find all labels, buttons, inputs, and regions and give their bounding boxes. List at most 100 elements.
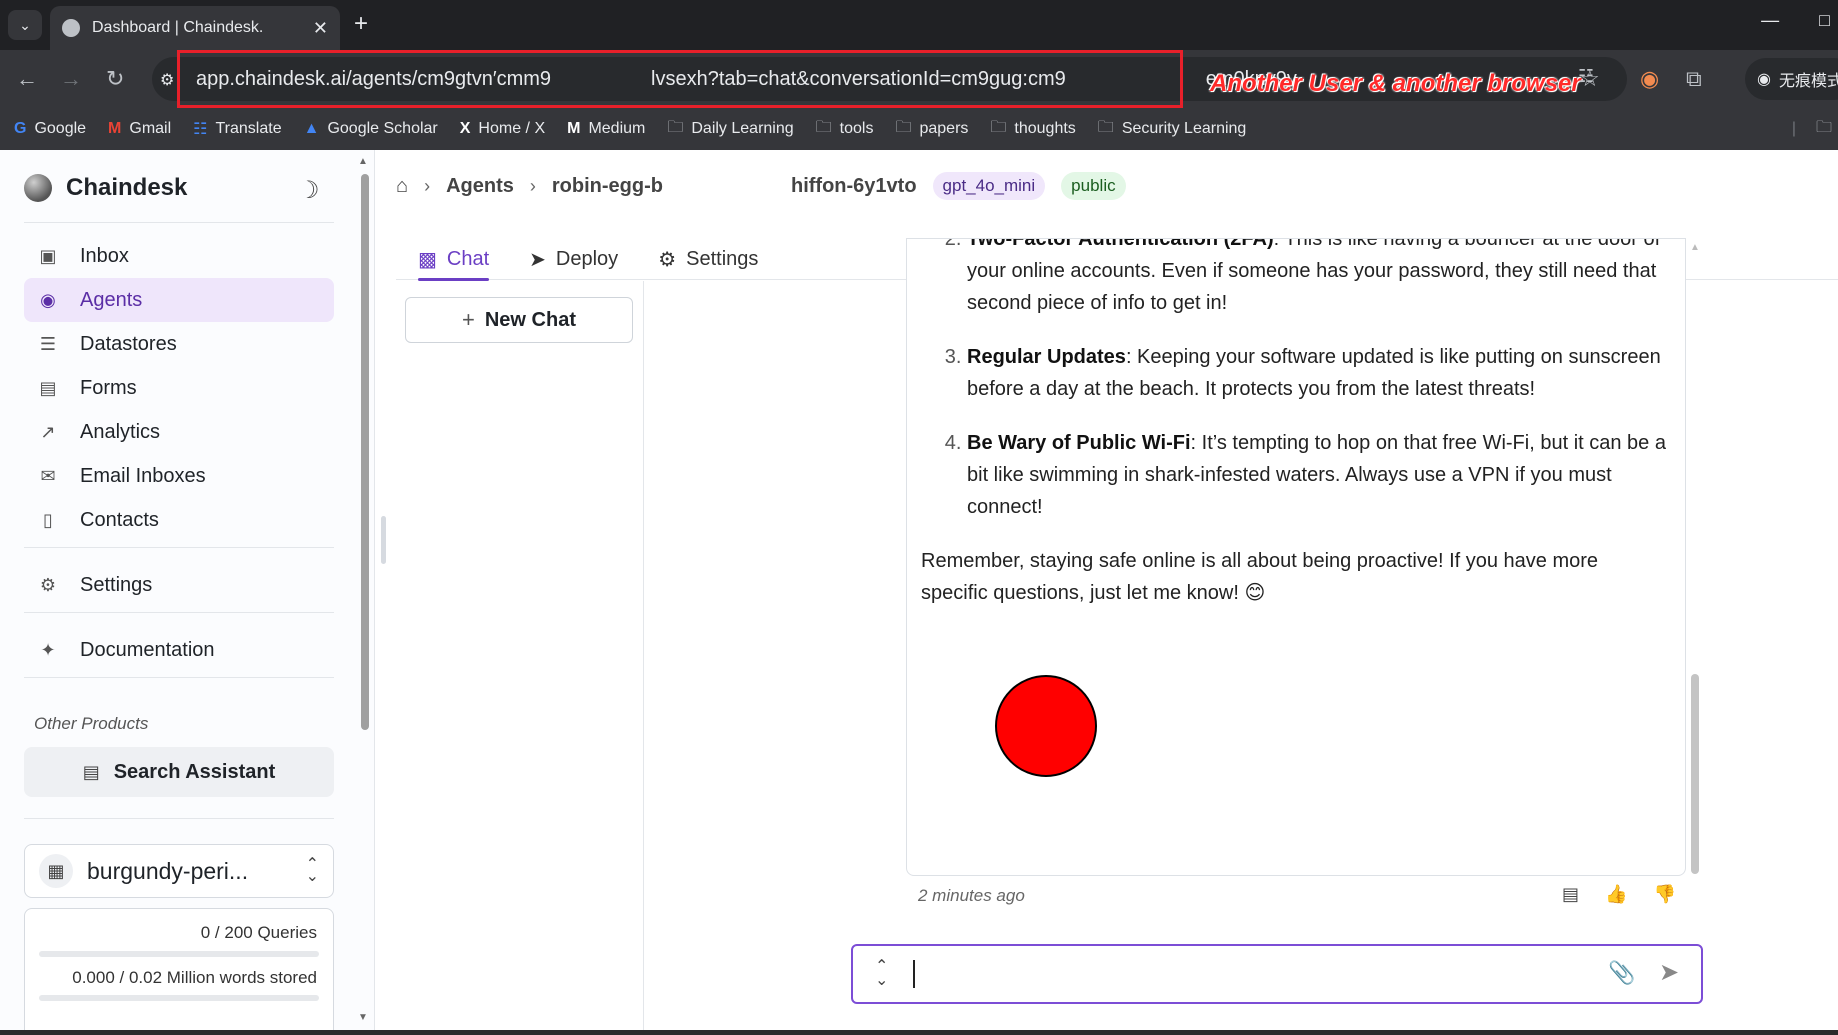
sidebar-item-label: Forms bbox=[80, 376, 137, 399]
extensions-puzzle-icon[interactable]: ⧉ bbox=[1686, 66, 1702, 92]
all-bookmarks-folder-icon[interactable]: 🗀 bbox=[1816, 116, 1832, 143]
send-icon[interactable]: ➤ bbox=[1659, 958, 1679, 987]
new-chat-button[interactable]: + New Chat bbox=[405, 297, 633, 343]
sidebar-resize-handle[interactable] bbox=[381, 516, 386, 564]
brand-name: Chaindesk bbox=[66, 174, 188, 201]
reload-icon[interactable]: ↻ bbox=[106, 66, 124, 92]
back-arrow-icon[interactable]: ← bbox=[16, 66, 38, 92]
bookmark-translate[interactable]: ☷ Translate bbox=[193, 119, 281, 139]
bookmark-folder-papers[interactable]: 🗀 papers bbox=[895, 116, 968, 143]
incognito-label: 无痕模式 bbox=[1778, 73, 1838, 90]
sidebar-item-contacts[interactable]: ▯ Contacts bbox=[24, 498, 334, 542]
app-root: Chaindesk ☽ ▣ Inbox ◉ Agents ☰ Datastore… bbox=[0, 150, 1838, 1035]
other-products-label: Other Products bbox=[34, 714, 149, 733]
tab-deploy[interactable]: ➤ Deploy bbox=[529, 238, 618, 280]
list-item: Be Wary of Public Wi-Fi: It’s tempting t… bbox=[967, 427, 1669, 523]
taskbar-edge bbox=[0, 1030, 1838, 1035]
text-caret bbox=[913, 960, 915, 988]
bookmark-gmail[interactable]: M Gmail bbox=[108, 120, 171, 138]
red-circle-marker bbox=[995, 675, 1097, 777]
sidebar-item-documentation[interactable]: ✦ Documentation bbox=[24, 628, 334, 672]
forward-arrow-icon[interactable]: → bbox=[60, 66, 82, 92]
sidebar-item-email-inboxes[interactable]: ✉ Email Inboxes bbox=[24, 454, 334, 498]
message-actions: ▤ 👍 👎 bbox=[1562, 884, 1676, 905]
sidebar-item-label: Settings bbox=[80, 573, 153, 596]
list-item: Regular Updates: Keeping your software u… bbox=[967, 341, 1669, 405]
sidebar-item-agents[interactable]: ◉ Agents bbox=[24, 278, 334, 322]
scroll-up-arrow-icon[interactable]: ▲ bbox=[358, 156, 368, 167]
bookmark-folder-thoughts[interactable]: 🗀 thoughts bbox=[990, 116, 1075, 143]
tab-search-chevron-icon[interactable]: ⌄ bbox=[8, 10, 42, 40]
sidebar-item-label: Email Inboxes bbox=[80, 464, 206, 487]
inbox-icon: ▣ bbox=[39, 245, 57, 266]
annotation-label: Another User & another browser bbox=[1210, 70, 1581, 97]
chat-scrollbar-thumb[interactable] bbox=[1691, 674, 1699, 874]
words-usage: 0.000 / 0.02 Million words stored bbox=[72, 968, 317, 987]
brand[interactable]: Chaindesk bbox=[24, 174, 187, 202]
divider bbox=[24, 818, 334, 819]
minimize-icon[interactable]: — bbox=[1761, 10, 1779, 31]
chat-bubble-icon: ▩ bbox=[418, 248, 437, 271]
organization-building-icon: ▦ bbox=[39, 854, 73, 888]
folder-icon: 🗀 bbox=[990, 118, 1007, 136]
organization-select[interactable]: ▦ burgundy-peri... ⌃ ⌄ bbox=[24, 844, 334, 898]
google-icon: G bbox=[14, 120, 27, 137]
sidebar-item-datastores[interactable]: ☰ Datastores bbox=[24, 322, 334, 366]
bookmark-google[interactable]: G Google bbox=[14, 120, 86, 138]
incognito-badge[interactable]: ◉ 无痕模式 bbox=[1745, 58, 1838, 100]
sidebar-item-label: Datastores bbox=[80, 332, 177, 355]
bookmark-google-scholar[interactable]: ▲ Google Scholar bbox=[304, 120, 438, 138]
sidebar-item-settings[interactable]: ⚙ Settings bbox=[24, 563, 334, 607]
breadcrumb-agents[interactable]: Agents bbox=[446, 175, 514, 198]
maximize-icon[interactable]: □ bbox=[1819, 10, 1830, 31]
medium-logo-icon: M bbox=[567, 120, 581, 137]
search-assistant-button[interactable]: ▤ Search Assistant bbox=[24, 747, 334, 797]
home-icon[interactable]: ⌂ bbox=[396, 175, 408, 198]
sidebar-item-label: Documentation bbox=[80, 638, 215, 661]
scholar-icon: ▲ bbox=[303, 120, 320, 137]
bookmarks-divider: | bbox=[1791, 120, 1796, 137]
browser-tab[interactable]: Dashboard | Chaindesk. ✕ bbox=[50, 6, 340, 50]
dark-mode-moon-icon[interactable]: ☽ bbox=[298, 176, 320, 205]
select-updown-icon: ⌃ ⌄ bbox=[305, 856, 319, 885]
copy-clipboard-icon[interactable]: ▤ bbox=[1562, 884, 1579, 905]
gmail-icon: M bbox=[108, 120, 122, 137]
sidebar-scrollbar-thumb[interactable] bbox=[361, 174, 369, 730]
message-timestamp: 2 minutes ago bbox=[918, 886, 1025, 905]
extension-record-icon[interactable]: ◉ bbox=[1640, 66, 1659, 92]
chat-message-icon: ▤ bbox=[82, 761, 100, 782]
thumbs-up-icon[interactable]: 👍 bbox=[1605, 884, 1627, 905]
url-text[interactable]: app.chaindesk.ai/agents/cm9gtvn′cmm9 lvs… bbox=[196, 68, 1297, 91]
tab-settings[interactable]: ⚙ Settings bbox=[658, 238, 758, 280]
expand-updown-icon[interactable]: ⌃ ⌄ bbox=[875, 959, 888, 989]
form-document-icon: ▤ bbox=[39, 377, 57, 398]
scroll-down-arrow-icon[interactable]: ▼ bbox=[358, 1012, 368, 1023]
bookmark-medium[interactable]: M Medium bbox=[567, 120, 645, 138]
sidebar-item-analytics[interactable]: ↗ Analytics bbox=[24, 410, 334, 454]
close-tab-icon[interactable]: ✕ bbox=[313, 18, 328, 39]
sidebar: Chaindesk ☽ ▣ Inbox ◉ Agents ☰ Datastore… bbox=[0, 150, 375, 1035]
folder-icon: 🗀 bbox=[667, 118, 684, 136]
new-tab-plus-icon[interactable]: + bbox=[354, 10, 368, 38]
tab-chat[interactable]: ▩ Chat bbox=[418, 238, 490, 281]
site-settings-icon[interactable]: ⚙ bbox=[160, 70, 174, 90]
bookmarks-bar: G Google M Gmail ☷ Translate ▲ Google Schola… bbox=[0, 108, 1838, 150]
robot-icon: ◉ bbox=[40, 289, 56, 310]
chat-scroll-up-icon[interactable]: ▲ bbox=[1690, 242, 1700, 253]
bookmark-folder-security-learning[interactable]: 🗀 Security Learning bbox=[1098, 116, 1247, 143]
bookmark-folder-tools[interactable]: 🗀 tools bbox=[816, 116, 874, 143]
bookmark-folder-daily-learning[interactable]: 🗀 Daily Learning bbox=[667, 116, 793, 143]
sidebar-item-forms[interactable]: ▤ Forms bbox=[24, 366, 334, 410]
assistant-message: Two-Factor Authentication (2FA): This is… bbox=[906, 238, 1686, 876]
thumbs-down-icon[interactable]: 👎 bbox=[1653, 884, 1675, 905]
bookmark-star-icon[interactable]: ☆ bbox=[1580, 66, 1600, 92]
user-settings-icon: ⚙ bbox=[39, 574, 57, 595]
bookmark-x-home[interactable]: X Home / X bbox=[460, 120, 545, 138]
translate-icon: ☷ bbox=[193, 121, 208, 138]
new-chat-label: New Chat bbox=[484, 308, 576, 331]
folder-icon: 🗀 bbox=[895, 118, 912, 136]
message-input[interactable] bbox=[911, 956, 1591, 992]
tab-deploy-label: Deploy bbox=[555, 247, 619, 270]
paperclip-attach-icon[interactable]: 📎 bbox=[1608, 960, 1635, 986]
sidebar-item-inbox[interactable]: ▣ Inbox bbox=[24, 234, 334, 278]
